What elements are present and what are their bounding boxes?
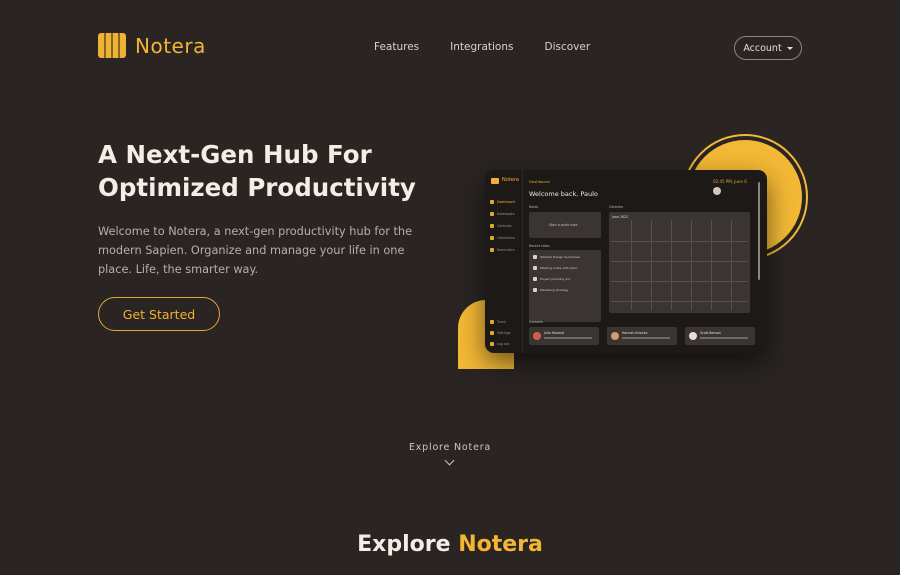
mockup-recent-label: Recent notes	[529, 244, 550, 248]
hero-title-line2: Optimized Productivity	[98, 173, 416, 202]
mockup-nav-settings: Settings	[490, 331, 511, 335]
mockup-contact-card: Hannah Briones	[607, 327, 677, 345]
hero-description: Welcome to Notera, a next-gen productivi…	[98, 225, 413, 276]
navbar: Notera Features Integrations Discover Ac…	[0, 0, 900, 95]
mockup-breadcrumb: Dashboard	[529, 179, 550, 184]
mockup-notes-label: Notes	[529, 205, 539, 209]
section-title-accent: Notera	[458, 532, 543, 557]
mockup-contacts-label: Contacts	[529, 320, 544, 324]
brand-name: Notera	[135, 33, 206, 58]
mockup-time: 02:45 PM, June 6	[713, 179, 747, 184]
get-started-button[interactable]: Get Started	[98, 297, 220, 331]
mockup-welcome: Welcome back, Paulo	[529, 190, 598, 198]
mockup-recent-note: Project planning doc	[533, 277, 571, 281]
nav-links: Features Integrations Discover	[374, 41, 590, 53]
mockup-calendar-month: June 2022	[612, 215, 629, 219]
mockup-contact-card: Scott Benson	[685, 327, 755, 345]
mockup-nav-collections: Collections	[490, 236, 515, 240]
mockup-nav-trash: Trash	[490, 320, 506, 324]
hero-title: A Next-Gen Hub For Optimized Productivit…	[98, 138, 458, 204]
app-mockup: Notera Dashboard Notebooks Calendar Coll…	[485, 170, 767, 353]
mockup-nav-logout: Log out	[490, 342, 509, 346]
hero-title-line1: A Next-Gen Hub For	[98, 140, 372, 169]
mockup-nav-dashboard: Dashboard	[490, 200, 515, 204]
explore-link[interactable]: Explore Notera	[0, 442, 900, 453]
mockup-recent-note: Marketing strategy	[533, 288, 568, 292]
mockup-nav-reminders: Reminders	[490, 248, 515, 252]
mockup-recent-note: Website Design Guidelines	[533, 255, 580, 259]
logo-icon	[98, 33, 126, 58]
mockup-contact-card: Julia Howard	[529, 327, 599, 345]
mockup-nav-calendar: Calendar	[490, 224, 512, 228]
mockup-logo-text: Notera	[502, 177, 519, 183]
mockup-user	[713, 187, 721, 195]
mockup-avatar	[713, 187, 721, 195]
mockup-recent-note: Meeting notes with team	[533, 266, 577, 270]
section-title-plain: Explore	[357, 532, 451, 557]
nav-link-discover[interactable]: Discover	[544, 41, 590, 53]
mockup-sidebar: Notera Dashboard Notebooks Calendar Coll…	[485, 170, 523, 353]
mockup-scrollbar	[758, 182, 760, 280]
mockup-calendar-label: Calendar	[609, 205, 624, 209]
nav-link-integrations[interactable]: Integrations	[450, 41, 513, 53]
chevron-down-icon[interactable]	[444, 455, 455, 466]
mockup-recent-notes-card	[529, 250, 601, 322]
mockup-nav-notebooks: Notebooks	[490, 212, 515, 216]
caret-down-icon	[786, 46, 793, 50]
account-button[interactable]: Account	[734, 36, 802, 60]
nav-link-features[interactable]: Features	[374, 41, 419, 53]
account-label: Account	[743, 42, 782, 54]
section-title: Explore Notera	[0, 532, 900, 557]
mockup-logo-icon	[491, 178, 499, 184]
mockup-quick-note-text: Start a quick note	[549, 223, 578, 227]
brand[interactable]: Notera	[98, 33, 206, 58]
